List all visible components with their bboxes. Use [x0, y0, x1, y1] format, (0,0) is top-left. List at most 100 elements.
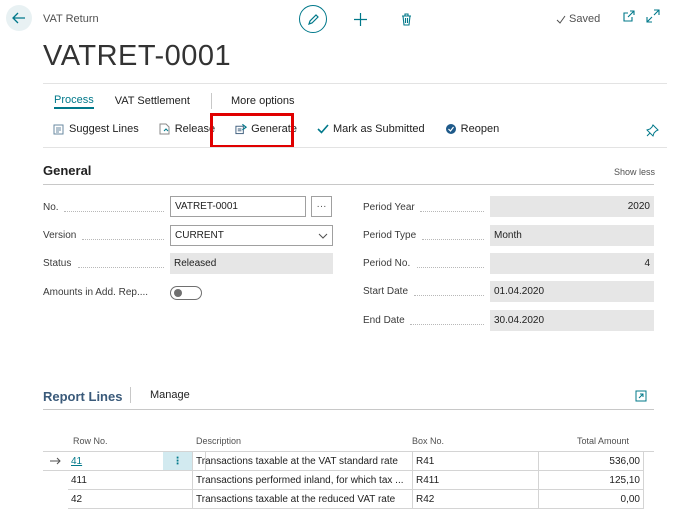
trash-icon [401, 12, 411, 26]
box-no-cell[interactable]: R42 [413, 490, 539, 509]
start-date-label: Start Date [363, 286, 409, 297]
new-button[interactable] [350, 9, 370, 29]
page-title: VATRET-0001 [43, 40, 232, 72]
arrow-right-icon [49, 457, 61, 465]
suggest-lines-icon [53, 123, 65, 135]
manage-menu[interactable]: Manage [150, 389, 190, 401]
version-dropdown[interactable]: CURRENT [170, 225, 333, 246]
general-section-title[interactable]: General [43, 163, 91, 178]
end-date-label: End Date [363, 315, 405, 326]
divider [43, 409, 654, 410]
status-field: Released [170, 253, 333, 274]
total-amount-cell[interactable]: 536,00 [539, 452, 644, 471]
back-button[interactable] [6, 5, 32, 31]
start-date-field: 01.04.2020 [490, 281, 654, 302]
row-no-link[interactable]: 41 [71, 456, 82, 467]
delete-button[interactable] [396, 9, 416, 29]
amounts-add-rep-toggle[interactable] [170, 286, 202, 300]
divider [43, 184, 654, 185]
tab-vat-settlement[interactable]: VAT Settlement [115, 95, 190, 107]
table-row[interactable]: 42 Transactions taxable at the reduced V… [43, 490, 654, 509]
tab-more-options[interactable]: More options [231, 95, 295, 107]
reopen-label: Reopen [460, 123, 500, 135]
ellipsis-icon: ··· [316, 201, 327, 212]
box-no-cell[interactable]: R411 [413, 471, 539, 490]
table-row[interactable]: 411 Transactions performed inland, for w… [43, 471, 654, 490]
description-cell[interactable]: Transactions performed inland, for which… [193, 471, 413, 490]
end-date-field: 30.04.2020 [490, 310, 654, 331]
period-no-label: Period No. [363, 258, 411, 269]
arrow-left-icon [12, 12, 25, 24]
status-label: Status [43, 258, 72, 269]
checkmark-icon [317, 123, 329, 135]
save-status-text: Saved [569, 13, 601, 25]
period-type-field: Month [490, 225, 654, 246]
open-new-window-button[interactable] [622, 9, 638, 25]
amounts-add-rep-label: Amounts in Add. Rep.... [43, 287, 149, 298]
pin-action-bar-button[interactable] [646, 124, 660, 138]
chevron-down-icon [318, 233, 328, 239]
generate-highlight-box [210, 113, 294, 148]
expand-button[interactable] [646, 9, 662, 25]
leader-dots [410, 324, 484, 325]
current-row-indicator [43, 452, 68, 471]
box-no-cell[interactable]: R41 [413, 452, 539, 471]
expand-part-button[interactable] [635, 389, 648, 402]
description-cell[interactable]: Transactions taxable at the reduced VAT … [193, 490, 413, 509]
toggle-knob [174, 289, 182, 297]
leader-dots [417, 267, 484, 268]
leader-dots [414, 295, 484, 296]
report-lines-title[interactable]: Report Lines [43, 389, 122, 404]
reopen-icon [445, 123, 457, 135]
open-in-new-window-icon [623, 10, 635, 22]
checkmark-icon [556, 15, 566, 24]
period-year-field: 2020 [490, 196, 654, 217]
release-button[interactable]: Release [159, 123, 215, 135]
tab-process[interactable]: Process [54, 94, 94, 109]
column-header-row-no[interactable]: Row No. [73, 436, 108, 446]
description-cell[interactable]: Transactions taxable at the VAT standard… [193, 452, 413, 471]
table-row[interactable]: 41 ⋮ Transactions taxable at the VAT sta… [43, 452, 654, 471]
version-label: Version [43, 230, 77, 241]
mark-as-submitted-label: Mark as Submitted [332, 123, 425, 135]
period-year-label: Period Year [363, 202, 415, 213]
no-field[interactable]: VATRET-0001 [170, 196, 306, 217]
assist-edit-button[interactable]: ··· [311, 196, 332, 217]
row-actions-menu[interactable]: ⋮ [163, 452, 193, 471]
period-no-field: 4 [490, 253, 654, 274]
mark-as-submitted-button[interactable]: Mark as Submitted [317, 123, 425, 135]
divider [43, 147, 667, 148]
pin-icon [646, 124, 659, 137]
row-no-cell[interactable]: 411 [68, 471, 193, 490]
no-label: No. [43, 202, 59, 213]
suggest-lines-label: Suggest Lines [69, 123, 139, 135]
divider [43, 83, 667, 84]
page-caption: VAT Return [43, 13, 99, 25]
column-header-total-amount[interactable]: Total Amount [577, 436, 629, 446]
expand-icon [646, 9, 660, 23]
action-tabs: Process VAT Settlement More options [54, 93, 316, 109]
leader-dots [78, 267, 164, 268]
divider [130, 387, 131, 403]
edit-button[interactable] [299, 5, 327, 33]
reopen-button[interactable]: Reopen [445, 123, 500, 135]
row-no-cell[interactable]: 42 [68, 490, 193, 509]
version-value: CURRENT [175, 230, 224, 241]
total-amount-cell[interactable]: 0,00 [539, 490, 644, 509]
show-less-link[interactable]: Show less [614, 167, 655, 177]
more-vertical-icon: ⋮ [172, 455, 183, 467]
period-type-label: Period Type [363, 230, 417, 241]
leader-dots [64, 211, 164, 212]
leader-dots [82, 239, 164, 240]
tab-divider [210, 93, 212, 109]
suggest-lines-button[interactable]: Suggest Lines [53, 123, 139, 135]
column-header-box-no[interactable]: Box No. [412, 436, 444, 446]
total-amount-cell[interactable]: 125,10 [539, 471, 644, 490]
release-document-icon [159, 123, 171, 135]
plus-icon [353, 12, 367, 26]
column-header-description[interactable]: Description [196, 436, 241, 446]
save-status: Saved [556, 13, 600, 25]
leader-dots [420, 211, 484, 212]
pencil-icon [307, 13, 319, 25]
leader-dots [422, 239, 484, 240]
